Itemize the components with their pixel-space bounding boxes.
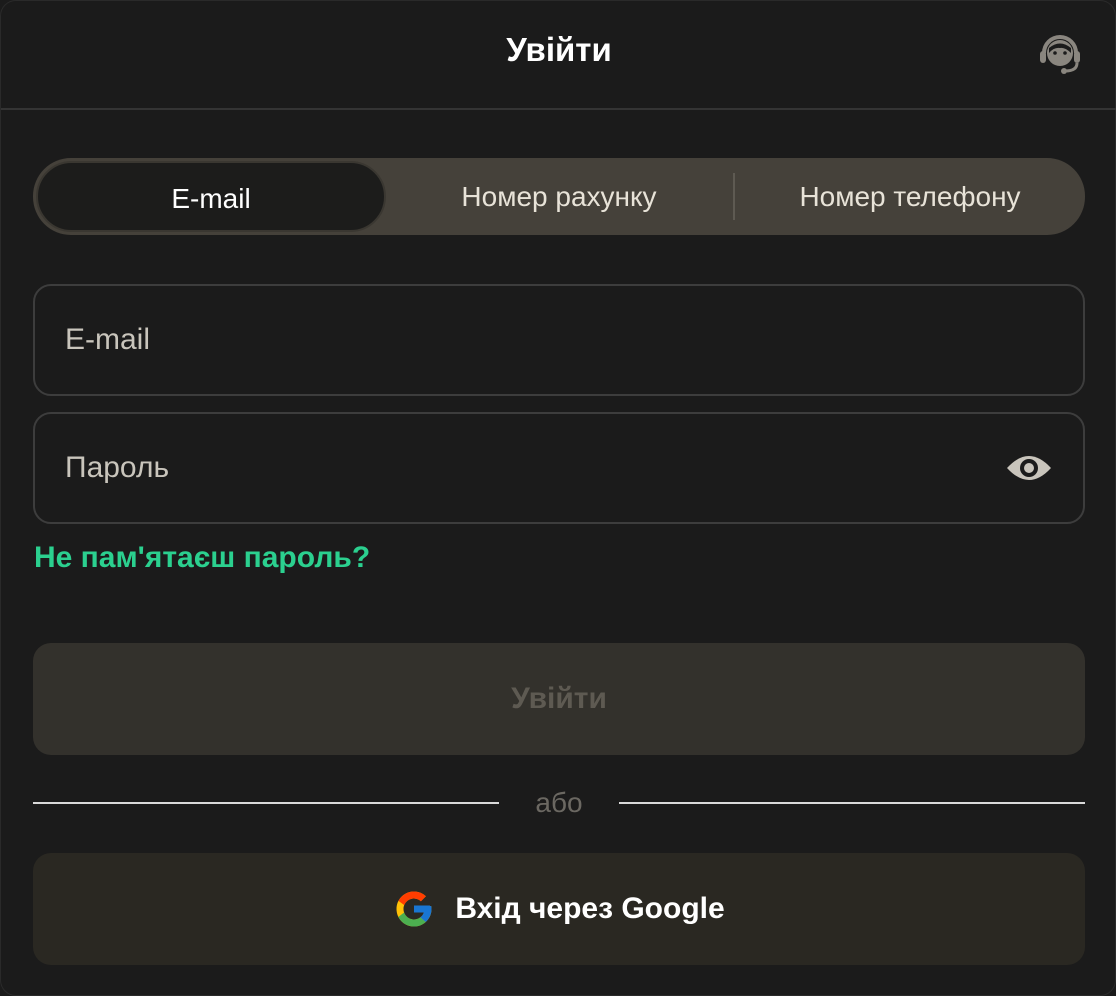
tab-email[interactable]: E-mail: [36, 161, 386, 232]
eye-icon[interactable]: [1005, 450, 1053, 486]
google-login-button[interactable]: Вхід через Google: [33, 853, 1085, 965]
divider-right: [619, 802, 1085, 804]
google-login-label: Вхід через Google: [455, 892, 725, 925]
or-separator: або: [535, 787, 583, 818]
password-input[interactable]: [65, 414, 965, 522]
email-field: [33, 284, 1085, 396]
tab-account-number[interactable]: Номер рахунку: [384, 158, 734, 235]
email-input[interactable]: [65, 286, 965, 394]
password-field: [33, 412, 1085, 524]
dialog-title: Увійти: [506, 31, 612, 68]
divider-left: [33, 802, 499, 804]
login-dialog: Увійти E-mail Номер рахунку Номер телефо…: [0, 0, 1116, 996]
login-method-tabs: E-mail Номер рахунку Номер телефону: [33, 158, 1085, 235]
login-button[interactable]: Увійти: [33, 643, 1085, 755]
dialog-header: Увійти: [1, 1, 1116, 110]
tab-phone-number[interactable]: Номер телефону: [735, 158, 1085, 235]
headset-icon[interactable]: [1035, 31, 1085, 75]
forgot-password-link[interactable]: Не пам'ятаєш пароль?: [34, 541, 370, 575]
google-logo-icon: [396, 891, 432, 927]
